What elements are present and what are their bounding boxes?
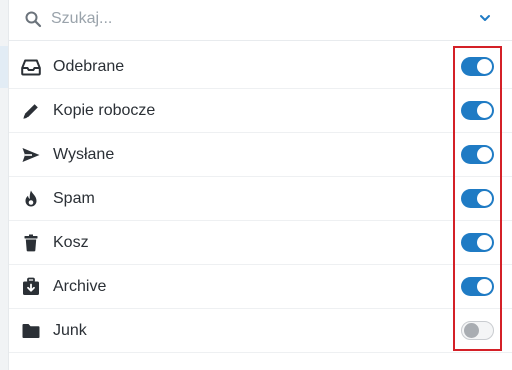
pencil-icon [21, 101, 41, 121]
folder-toggle-archive[interactable] [461, 277, 494, 296]
folder-label: Wysłane [53, 146, 115, 163]
folder-toggle-wyslane[interactable] [461, 145, 494, 164]
folder-toggle-spam[interactable] [461, 189, 494, 208]
fire-icon [21, 189, 41, 209]
folder-label: Junk [53, 322, 87, 339]
folder-row-spam[interactable]: Spam [9, 177, 512, 221]
folder-toggle-junk[interactable] [461, 321, 494, 340]
archive-icon [21, 277, 41, 297]
folder-row-junk[interactable]: Junk [9, 309, 512, 353]
toggle-knob [477, 191, 492, 206]
inbox-icon [21, 57, 41, 77]
folder-label: Kopie robocze [53, 102, 156, 119]
folder-row-wyslane[interactable]: Wysłane [9, 133, 512, 177]
folder-list-panel: Odebrane Kopie robocze [9, 0, 512, 370]
folder-toggle-odebrane[interactable] [461, 57, 494, 76]
folder-icon [21, 321, 41, 341]
send-icon [21, 145, 41, 165]
left-sidebar-strip [0, 0, 9, 370]
folder-label: Odebrane [53, 58, 125, 75]
search-icon [24, 10, 42, 28]
folder-row-kosz[interactable]: Kosz [9, 221, 512, 265]
chevron-down-icon[interactable] [477, 10, 493, 26]
folder-toggle-kopie-robocze[interactable] [461, 101, 494, 120]
folder-row-archive[interactable]: Archive [9, 265, 512, 309]
folder-row-odebrane[interactable]: Odebrane [9, 45, 512, 89]
folder-row-kopie-robocze[interactable]: Kopie robocze [9, 89, 512, 133]
folder-settings-screen: Odebrane Kopie robocze [0, 0, 512, 370]
toggle-knob [477, 59, 492, 74]
toggle-knob [477, 103, 492, 118]
folder-label: Kosz [53, 234, 89, 251]
trash-icon [21, 233, 41, 253]
toggle-knob [477, 235, 492, 250]
folder-label: Archive [53, 278, 107, 295]
search-bar [9, 0, 512, 41]
sidebar-selection-marker [0, 46, 8, 88]
folder-label: Spam [53, 190, 95, 207]
search-input[interactable] [51, 6, 431, 32]
toggle-knob [464, 323, 479, 338]
folder-toggle-kosz[interactable] [461, 233, 494, 252]
toggle-knob [477, 279, 492, 294]
folder-list: Odebrane Kopie robocze Wysłane Spam Kosz… [9, 45, 512, 353]
toggle-knob [477, 147, 492, 162]
